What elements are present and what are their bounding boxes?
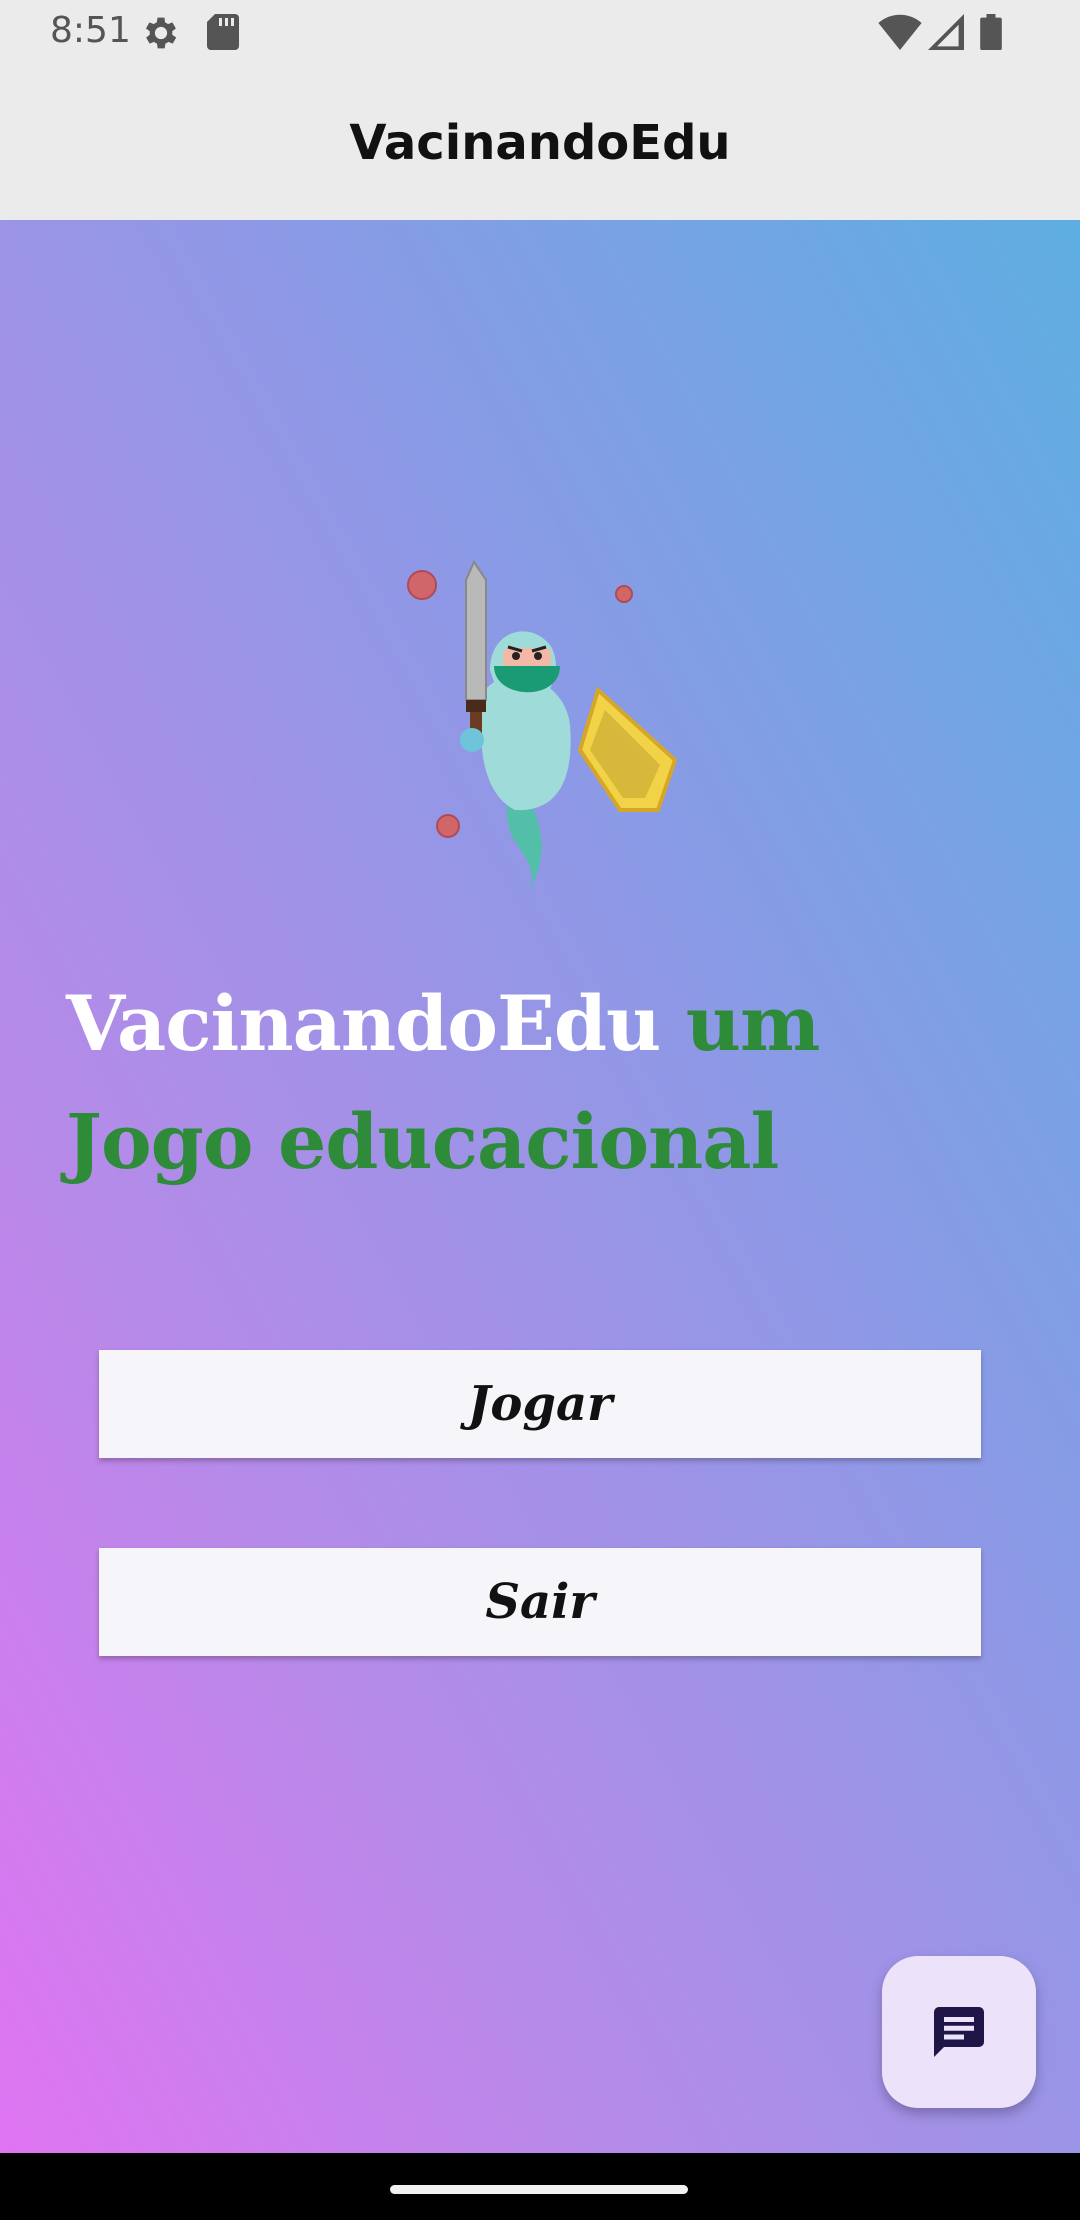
headline: VacinandoEdu um Jogo educacional (66, 965, 966, 1201)
navigation-bar (0, 2153, 1080, 2220)
exit-button[interactable]: Sair (99, 1548, 981, 1656)
wifi-icon (878, 14, 922, 55)
chat-icon (934, 2007, 984, 2057)
status-time: 8:51 (50, 10, 131, 51)
play-button[interactable]: Jogar (99, 1350, 981, 1458)
cell-signal-icon (928, 14, 964, 55)
headline-brand: VacinandoEdu (66, 979, 661, 1068)
chat-fab-button[interactable] (882, 1956, 1036, 2108)
status-bar: 8:51 (0, 0, 1080, 66)
app-title: VacinandoEdu (349, 115, 731, 171)
home-gesture-handle[interactable] (390, 2185, 688, 2194)
sd-card-icon (205, 12, 241, 57)
battery-icon (980, 14, 1002, 55)
settings-gear-icon (140, 12, 182, 59)
knight-with-sword-and-shield-icon (407, 559, 678, 890)
hero-illustration (390, 550, 700, 900)
main-content: VacinandoEdu um Jogo educacional Jogar S… (0, 220, 1080, 2153)
app-bar: VacinandoEdu (0, 66, 1080, 220)
